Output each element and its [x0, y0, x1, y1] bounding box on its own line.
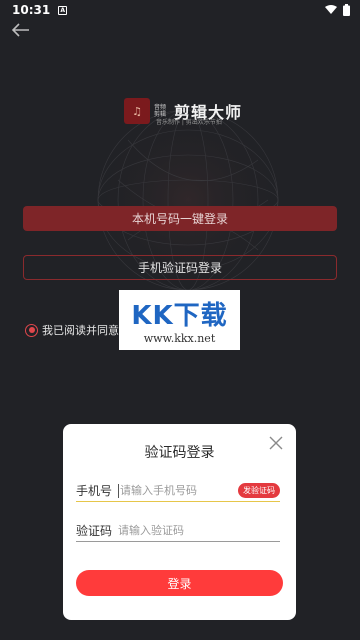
app-slogan: 音乐制作 | 剪出欢乐节拍 [156, 119, 222, 126]
sms-login-button[interactable]: 手机验证码登录 [23, 255, 337, 280]
code-input[interactable] [118, 524, 228, 537]
one-key-login-button[interactable]: 本机号码一键登录 [23, 206, 337, 231]
battery-icon [343, 4, 350, 16]
phone-label: 手机号 [76, 484, 113, 498]
close-icon[interactable] [267, 434, 285, 452]
logo-small-text: 音频剪辑 [154, 104, 167, 118]
back-arrow-icon [12, 23, 29, 37]
watermark-url: www.kkx.net [143, 332, 216, 345]
agreement-row[interactable]: 我已阅读并同意 [25, 322, 119, 338]
text-cursor [118, 483, 119, 498]
back-button[interactable] [10, 20, 32, 40]
agreement-text: 我已阅读并同意 [42, 324, 119, 337]
agreement-radio[interactable] [25, 323, 38, 337]
phone-row: 手机号 发验证码 [76, 480, 280, 502]
dialog-title: 验证码登录 [144, 445, 215, 461]
code-label: 验证码 [76, 524, 113, 538]
sms-login-dialog: 验证码登录 手机号 发验证码 验证码 登录 [63, 424, 296, 620]
watermark-brand: KK下载 [131, 301, 228, 331]
code-row: 验证码 [76, 520, 280, 542]
wifi-icon [325, 5, 337, 14]
watermark: KK下载 www.kkx.net [119, 290, 240, 350]
status-icons [325, 4, 350, 16]
notification-icon: A [58, 5, 68, 15]
status-bar: 10:31 A [0, 0, 360, 20]
phone-input[interactable] [120, 484, 230, 497]
login-button[interactable]: 登录 [76, 570, 283, 596]
status-time: 10:31 [12, 3, 51, 17]
send-code-button[interactable]: 发验证码 [238, 483, 280, 498]
logo-mark-icon: ♫ [124, 98, 150, 124]
